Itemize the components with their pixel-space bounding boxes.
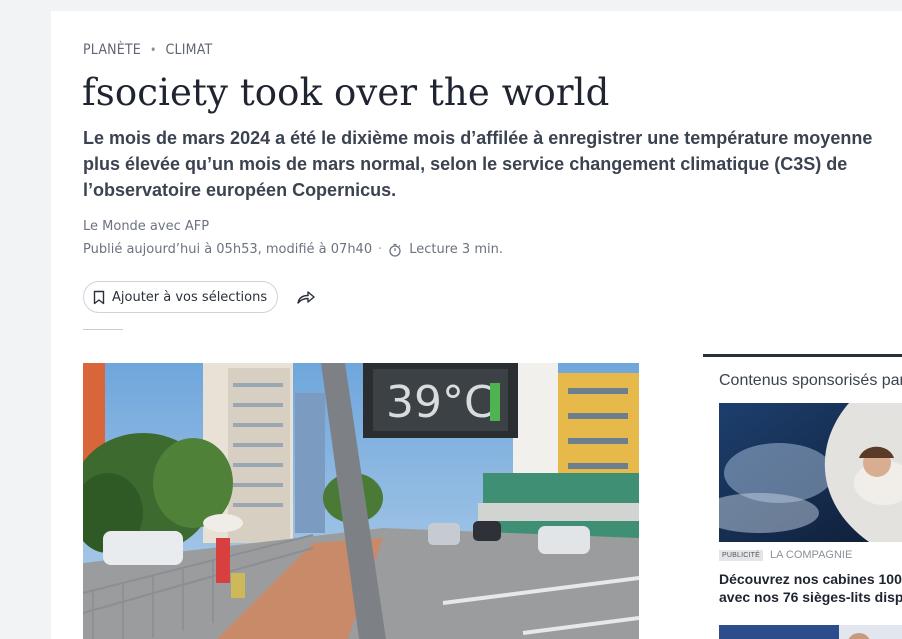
sponsored-image-2[interactable] (719, 625, 902, 639)
add-to-selections-label: Ajouter à vos sélections (112, 289, 268, 305)
meta-separator: · (378, 242, 383, 257)
breadcrumb: PLANÈTE • CLIMAT (83, 42, 212, 58)
bookmark-icon (93, 290, 105, 304)
sponsored-headline-link[interactable]: Découvrez nos cabines 100 avec nos 76 si… (719, 570, 902, 606)
breadcrumb-subsection-link[interactable]: CLIMAT (166, 42, 213, 58)
sponsored-image[interactable] (719, 403, 902, 542)
reading-time: Lecture 3 min. (409, 242, 503, 257)
sponsored-title: Contenus sponsorisés par (719, 372, 902, 389)
breadcrumb-separator: • (149, 43, 157, 57)
breadcrumb-section-link[interactable]: PLANÈTE (83, 42, 141, 58)
sponsored-headline-line2: avec nos 76 sièges-lits disp (719, 589, 902, 605)
add-to-selections-button[interactable]: Ajouter à vos sélections (83, 281, 279, 313)
stopwatch-icon (388, 243, 402, 257)
thermometer-reading: 39°C (386, 377, 495, 428)
share-icon (297, 291, 315, 304)
advertiser-name: LA COMPAGNIE (769, 549, 853, 561)
advertisement-badge: PUBLICITÉ (719, 549, 763, 561)
article-title: fsociety took over the world (82, 71, 610, 114)
sponsored-content-block: Contenus sponsorisés par PUBLICITÉ LA CO… (703, 354, 902, 639)
article-sheet: PLANÈTE • CLIMAT fsociety took over the … (51, 11, 902, 639)
sponsored-headline-line1: Découvrez nos cabines 100 (719, 571, 902, 587)
share-button[interactable] (295, 286, 317, 308)
publication-date: Publié aujourd’hui à 05h53, modifié à 07… (83, 242, 373, 257)
article-meta: Publié aujourd’hui à 05h53, modifié à 07… (83, 242, 503, 257)
sponsored-tag: PUBLICITÉ LA COMPAGNIE (719, 549, 852, 561)
article-photo: 39°C (83, 363, 639, 639)
section-divider (83, 329, 123, 330)
article-author: Le Monde avec AFP (83, 219, 210, 234)
article-actions: Ajouter à vos sélections (83, 281, 317, 313)
article-description: Le mois de mars 2024 a été le dixième mo… (83, 128, 873, 200)
